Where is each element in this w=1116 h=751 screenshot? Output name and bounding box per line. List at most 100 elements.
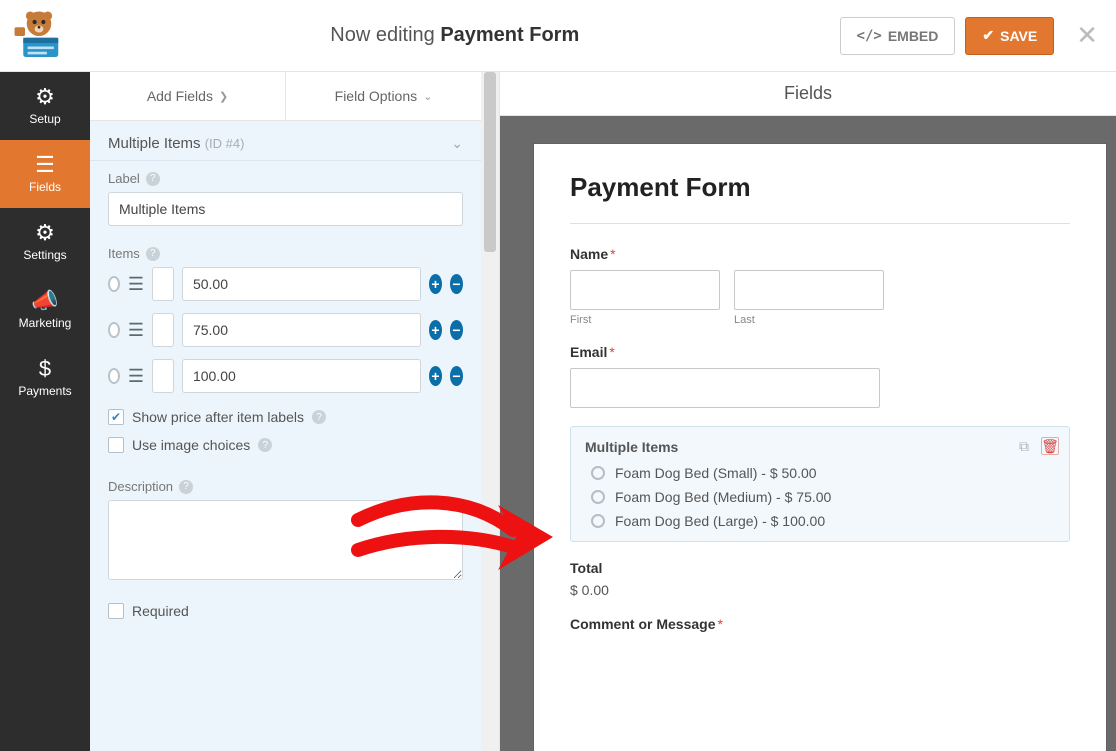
remove-item-button[interactable]: − [450, 274, 463, 294]
bear-logo-icon [11, 8, 67, 64]
panel-tabs: Add Fields ❯ Field Options ⌄ [90, 72, 481, 121]
form-preview: Payment Form Name* First Last Email* [534, 144, 1106, 751]
nav-fields-label: Fields [29, 180, 61, 194]
option-label: Foam Dog Bed (Small) - $ 50.00 [615, 465, 817, 481]
nav-settings-label: Settings [23, 248, 66, 262]
nav-payments[interactable]: $ Payments [0, 344, 90, 412]
description-heading: Description [108, 479, 173, 494]
item-name-input[interactable] [152, 313, 174, 347]
option-row[interactable]: Foam Dog Bed (Medium) - $ 75.00 [591, 489, 1055, 505]
item-price-input[interactable] [182, 359, 421, 393]
label-heading: Label [108, 171, 140, 186]
email-input[interactable] [570, 368, 880, 408]
megaphone-icon: 📣 [31, 290, 58, 312]
total-field: Total $ 0.00 [570, 560, 1070, 598]
checkbox-icon [108, 603, 124, 619]
item-price-input[interactable] [182, 313, 421, 347]
nav-settings[interactable]: ⚙ Settings [0, 208, 90, 276]
divider [570, 223, 1070, 224]
add-item-button[interactable]: + [429, 366, 442, 386]
help-icon[interactable]: ? [179, 480, 193, 494]
help-icon[interactable]: ? [146, 172, 160, 186]
drag-handle-icon[interactable]: ☰ [128, 367, 144, 385]
nav-marketing[interactable]: 📣 Marketing [0, 276, 90, 344]
email-label-text: Email [570, 344, 607, 360]
help-icon[interactable]: ? [312, 410, 326, 424]
embed-button[interactable]: </> EMBED [840, 17, 956, 55]
option-label: Foam Dog Bed (Large) - $ 100.00 [615, 513, 825, 529]
save-label: SAVE [1000, 28, 1037, 44]
chevron-down-icon: ⌄ [423, 90, 432, 103]
drag-handle-icon[interactable]: ☰ [128, 321, 144, 339]
checkbox-icon [108, 409, 124, 425]
add-item-button[interactable]: + [429, 274, 442, 294]
duplicate-field-icon[interactable]: ⧉ [1015, 437, 1033, 455]
dollar-icon: $ [39, 358, 51, 380]
delete-field-icon[interactable]: 🗑 [1041, 437, 1059, 455]
option-label: Foam Dog Bed (Medium) - $ 75.00 [615, 489, 831, 505]
first-sublabel: First [570, 314, 720, 326]
email-field-label: Email* [570, 344, 1070, 360]
nav-fields[interactable]: ☰ Fields [0, 140, 90, 208]
editing-title: Now editing Payment Form [70, 24, 840, 47]
checkbox-icon [108, 437, 124, 453]
last-sublabel: Last [734, 314, 884, 326]
editing-prefix: Now editing [330, 24, 440, 46]
fields-subheader: Fields [500, 72, 1116, 116]
comment-field-label: Comment or Message* [570, 616, 1070, 632]
field-section-header[interactable]: Multiple Items (ID #4) ⌄ [90, 121, 481, 161]
help-icon[interactable]: ? [146, 247, 160, 261]
image-choices-checkbox-row[interactable]: Use image choices ? [108, 431, 463, 459]
app-logo [8, 5, 70, 67]
option-row[interactable]: Foam Dog Bed (Large) - $ 100.00 [591, 513, 1055, 529]
required-checkbox-row[interactable]: Required [108, 597, 463, 625]
form-title: Payment Form [570, 172, 1070, 203]
show-price-label: Show price after item labels [132, 409, 304, 425]
tab-add-fields[interactable]: Add Fields ❯ [90, 72, 286, 120]
item-price-input[interactable] [182, 267, 421, 301]
close-icon[interactable]: ✕ [1076, 20, 1098, 51]
nav-payments-label: Payments [18, 384, 71, 398]
scrollbar-thumb[interactable] [484, 72, 496, 252]
panel-scrollbar[interactable] [481, 72, 499, 751]
description-field-block: Description ? [90, 469, 481, 593]
radio-icon [591, 514, 605, 528]
image-choices-label: Use image choices [132, 437, 250, 453]
save-button[interactable]: ✔ SAVE [965, 17, 1054, 55]
show-price-checkbox-row[interactable]: Show price after item labels ? [108, 403, 463, 431]
item-name-input[interactable] [152, 267, 174, 301]
list-icon: ☰ [35, 154, 55, 176]
remove-item-button[interactable]: − [450, 320, 463, 340]
item-default-radio[interactable] [108, 276, 120, 292]
description-textarea[interactable] [108, 500, 463, 580]
item-name-input[interactable] [152, 359, 174, 393]
label-input[interactable] [108, 192, 463, 226]
section-title: Multiple Items [108, 135, 201, 152]
help-icon[interactable]: ? [258, 438, 272, 452]
tab-field-options-label: Field Options [335, 88, 417, 104]
radio-icon [591, 490, 605, 504]
last-name-input[interactable] [734, 270, 884, 310]
add-item-button[interactable]: + [429, 320, 442, 340]
mi-label: Multiple Items [585, 439, 1055, 455]
topbar-actions: </> EMBED ✔ SAVE ✕ [840, 17, 1098, 55]
tab-field-options[interactable]: Field Options ⌄ [286, 72, 481, 120]
name-field-label: Name* [570, 246, 1070, 262]
remove-item-button[interactable]: − [450, 366, 463, 386]
code-icon: </> [857, 28, 882, 44]
nav-setup[interactable]: ⚙ Setup [0, 72, 90, 140]
drag-handle-icon[interactable]: ☰ [128, 275, 144, 293]
item-default-radio[interactable] [108, 322, 120, 338]
preview-scroll[interactable]: Payment Form Name* First Last Email* [500, 116, 1116, 751]
gear-icon: ⚙ [35, 86, 55, 108]
editing-form-name: Payment Form [440, 24, 579, 46]
item-default-radio[interactable] [108, 368, 120, 384]
section-id: (ID #4) [205, 136, 245, 151]
total-value: $ 0.00 [570, 582, 1070, 598]
label-field-block: Label ? [90, 161, 481, 236]
embed-label: EMBED [888, 28, 939, 44]
chevron-down-icon[interactable]: ⌄ [451, 135, 463, 152]
first-name-input[interactable] [570, 270, 720, 310]
option-row[interactable]: Foam Dog Bed (Small) - $ 50.00 [591, 465, 1055, 481]
multiple-items-field-selected[interactable]: ⧉ 🗑 Multiple Items Foam Dog Bed (Small) … [570, 426, 1070, 542]
